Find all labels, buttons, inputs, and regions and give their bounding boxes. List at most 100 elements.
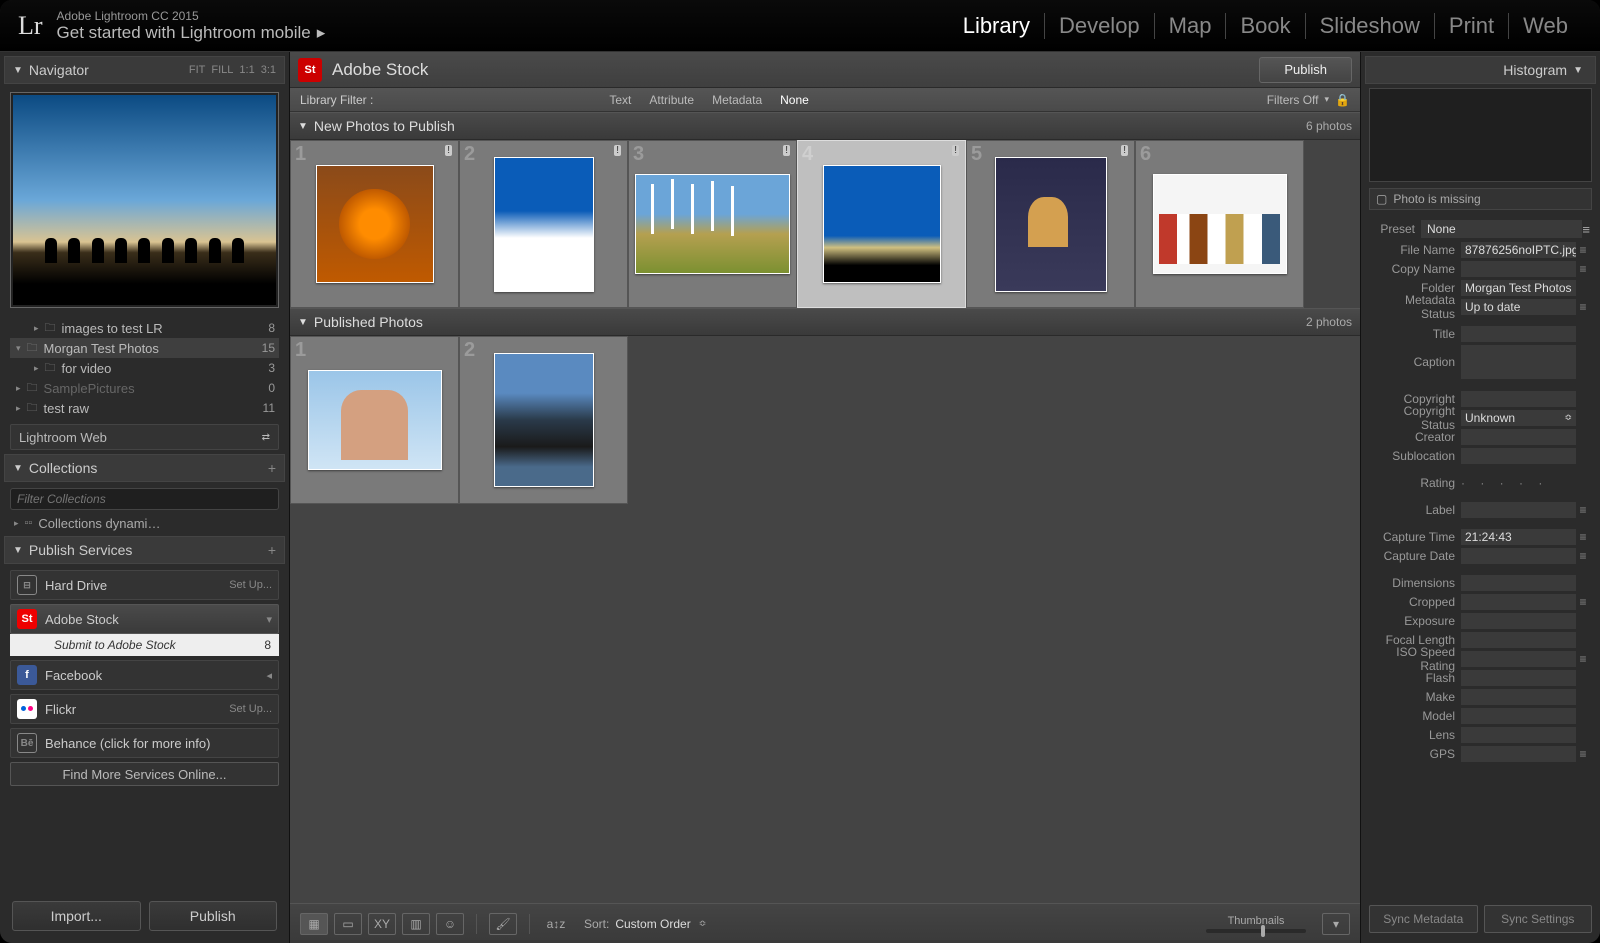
toolbar-menu-icon[interactable]: ▾	[1322, 913, 1350, 935]
metadata-value[interactable]	[1461, 746, 1576, 762]
grid-cell[interactable]: 4!	[797, 140, 966, 308]
metadata-value[interactable]	[1461, 261, 1576, 277]
module-tab-web[interactable]: Web	[1509, 13, 1582, 39]
grid-cell[interactable]: 6	[1135, 140, 1304, 308]
preset-value[interactable]: None	[1421, 220, 1582, 238]
module-tab-book[interactable]: Book	[1226, 13, 1305, 39]
histogram-header[interactable]: Histogram ▼	[1365, 56, 1596, 84]
module-tab-develop[interactable]: Develop	[1045, 13, 1155, 39]
import-button[interactable]: Import...	[12, 901, 141, 931]
metadata-value[interactable]	[1461, 575, 1576, 591]
metadata-value[interactable]	[1461, 502, 1576, 518]
metadata-value[interactable]	[1461, 448, 1576, 464]
metadata-row[interactable]: Title	[1365, 324, 1596, 343]
chevron-left-icon[interactable]: ◂	[266, 669, 272, 682]
metadata-row[interactable]: Lens	[1365, 725, 1596, 744]
metadata-row[interactable]: ISO Speed Rating≡	[1365, 649, 1596, 668]
rating-stars[interactable]: · · · · ·	[1461, 476, 1548, 490]
edit-icon[interactable]: ≡	[1576, 503, 1590, 517]
grid-cell[interactable]: 1	[290, 336, 459, 504]
filters-off-toggle[interactable]: Filters Off	[1267, 93, 1319, 107]
metadata-row[interactable]: Flash	[1365, 668, 1596, 687]
metadata-row[interactable]: File Name87876256noIPTC.jpg≡	[1365, 240, 1596, 259]
metadata-value[interactable]: 21:24:43	[1461, 529, 1576, 545]
metadata-preset-row[interactable]: Preset None ≡	[1365, 218, 1596, 240]
metadata-row[interactable]: Make	[1365, 687, 1596, 706]
compare-view-icon[interactable]: XY	[368, 913, 396, 935]
module-tab-print[interactable]: Print	[1435, 13, 1509, 39]
grid-cell[interactable]: 5!	[966, 140, 1135, 308]
metadata-row[interactable]: Rating· · · · ·	[1365, 473, 1596, 492]
edit-icon[interactable]: ≡	[1576, 530, 1590, 544]
metadata-row[interactable]: Capture Date≡	[1365, 546, 1596, 565]
publish-service-st[interactable]: StAdobe Stock▾	[10, 604, 279, 634]
filter-tab-text[interactable]: Text	[609, 93, 631, 107]
chevron-down-icon[interactable]: ▾	[266, 613, 272, 626]
metadata-value[interactable]: Up to date	[1461, 299, 1576, 315]
edit-icon[interactable]: ≡	[1576, 549, 1590, 563]
metadata-row[interactable]: Copyright StatusUnknown ≎	[1365, 408, 1596, 427]
metadata-value[interactable]	[1461, 345, 1576, 379]
metadata-value[interactable]: Unknown ≎	[1461, 410, 1576, 426]
add-collection-icon[interactable]: +	[268, 460, 276, 476]
metadata-value[interactable]	[1461, 708, 1576, 724]
grid-view-icon[interactable]: ▦	[300, 913, 328, 935]
sync-metadata-button[interactable]: Sync Metadata	[1369, 905, 1478, 933]
setup-link[interactable]: Set Up...	[229, 579, 272, 591]
grid-cell[interactable]: 2!	[459, 140, 628, 308]
painter-icon[interactable]: 🖌	[489, 913, 517, 935]
edit-icon[interactable]: ≡	[1576, 652, 1590, 666]
navigator-header[interactable]: ▼ Navigator FITFILL1:13:1	[4, 56, 285, 84]
edit-icon[interactable]: ≡	[1576, 747, 1590, 761]
filter-tab-metadata[interactable]: Metadata	[712, 93, 762, 107]
grid-cell[interactable]: 3!	[628, 140, 797, 308]
metadata-row[interactable]: Copy Name≡	[1365, 259, 1596, 278]
metadata-value[interactable]	[1461, 391, 1576, 407]
edit-icon[interactable]: ≡	[1576, 595, 1590, 609]
collections-header[interactable]: ▼ Collections +	[4, 454, 285, 482]
filter-tab-attribute[interactable]: Attribute	[649, 93, 694, 107]
metadata-value[interactable]: 87876256noIPTC.jpg	[1461, 242, 1576, 258]
metadata-value[interactable]	[1461, 632, 1576, 648]
zoom-options[interactable]: FITFILL1:13:1	[189, 64, 276, 76]
setup-link[interactable]: Set Up...	[229, 703, 272, 715]
metadata-value[interactable]	[1461, 429, 1576, 445]
sync-settings-button[interactable]: Sync Settings	[1484, 905, 1593, 933]
zoom-1:1[interactable]: 1:1	[239, 64, 254, 76]
survey-view-icon[interactable]: ▥	[402, 913, 430, 935]
metadata-value[interactable]	[1461, 326, 1576, 342]
grid-cell[interactable]: 1!	[290, 140, 459, 308]
metadata-row[interactable]: Metadata StatusUp to date≡	[1365, 297, 1596, 316]
publish-service-fl[interactable]: FlickrSet Up...	[10, 694, 279, 724]
people-view-icon[interactable]: ☺	[436, 913, 464, 935]
module-tab-slideshow[interactable]: Slideshow	[1306, 13, 1435, 39]
get-started-link[interactable]: Get started with Lightroom mobile ▸	[57, 23, 326, 43]
zoom-fill[interactable]: FILL	[211, 64, 233, 76]
metadata-row[interactable]: Creator	[1365, 427, 1596, 446]
metadata-row[interactable]: Dimensions	[1365, 573, 1596, 592]
metadata-row[interactable]: Sublocation	[1365, 446, 1596, 465]
lock-icon[interactable]: 🔒	[1335, 93, 1350, 107]
collection-item[interactable]: ▸ ▫▫ Collections dynami…	[10, 510, 279, 530]
navigator-preview[interactable]	[10, 92, 279, 308]
edit-icon[interactable]: ≡	[1576, 300, 1590, 314]
preset-menu-icon[interactable]: ≡	[1582, 222, 1590, 237]
sort-value[interactable]: Custom Order	[615, 917, 690, 931]
metadata-row[interactable]: Caption	[1365, 343, 1596, 381]
metadata-row[interactable]: Label≡	[1365, 500, 1596, 519]
thumbnail-size-slider[interactable]: Thumbnails	[1206, 915, 1306, 933]
metadata-row[interactable]: Capture Time21:24:43≡	[1365, 527, 1596, 546]
folder-row[interactable]: ▸🗀images to test LR8	[10, 318, 279, 338]
edit-icon[interactable]: ≡	[1576, 262, 1590, 276]
folder-row[interactable]: ▾🗀Morgan Test Photos15	[10, 338, 279, 358]
add-service-icon[interactable]: +	[268, 542, 276, 558]
publish-services-header[interactable]: ▼ Publish Services +	[4, 536, 285, 564]
publish-service-be[interactable]: BēBehance (click for more info)	[10, 728, 279, 758]
metadata-value[interactable]	[1461, 689, 1576, 705]
folder-row[interactable]: ▸🗀for video3	[10, 358, 279, 378]
loupe-view-icon[interactable]: ▭	[334, 913, 362, 935]
filter-tab-none[interactable]: None	[780, 93, 809, 107]
metadata-value[interactable]	[1461, 548, 1576, 564]
metadata-row[interactable]: Cropped≡	[1365, 592, 1596, 611]
folder-row[interactable]: ▸🗀test raw11	[10, 398, 279, 418]
